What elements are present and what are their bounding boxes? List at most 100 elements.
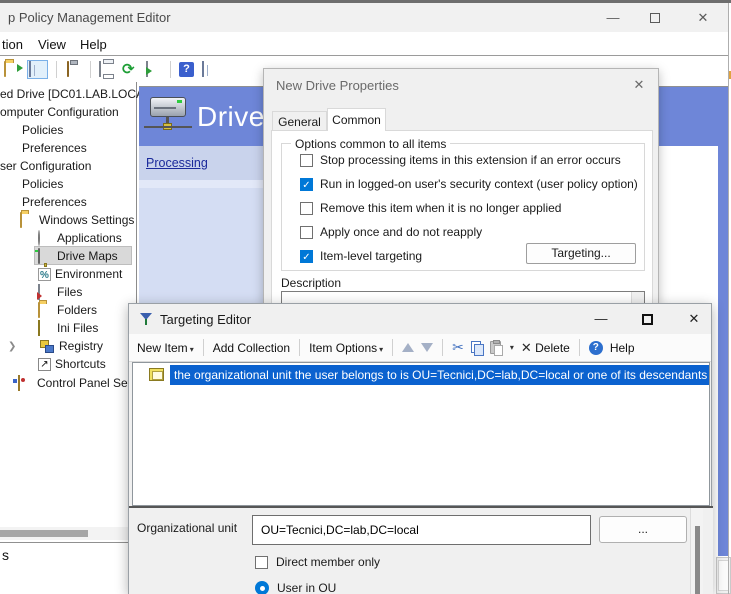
move-up-icon[interactable] xyxy=(402,343,414,352)
menu-view[interactable]: View xyxy=(38,37,66,52)
screen: p Policy Management Editor — ✕ tion View… xyxy=(0,0,731,594)
tree-item-mapped-drive[interactable]: ed Drive [DC01.LAB.LOCA xyxy=(0,85,144,103)
show-console-tree-icon[interactable] xyxy=(27,60,48,79)
add-collection-button[interactable]: Add Collection xyxy=(213,341,290,355)
dialog-close-icon[interactable]: ✕ xyxy=(628,75,650,95)
caret-down-icon: ▾ xyxy=(190,345,194,354)
tree-item-drive-maps[interactable]: Drive Maps xyxy=(38,247,118,265)
organizational-unit-item-icon xyxy=(149,368,164,381)
copy-icon[interactable] xyxy=(471,341,483,354)
item-options-button[interactable]: Item Options▾ xyxy=(309,341,383,355)
description-label: Description xyxy=(281,276,341,290)
tree-item-registry[interactable]: ❯Registry xyxy=(8,337,103,355)
tree-item-applications[interactable]: Applications xyxy=(38,229,122,247)
mmc-window-title: p Policy Management Editor xyxy=(8,10,171,25)
mmc-maximize-button[interactable] xyxy=(650,13,660,23)
paste-caret-icon[interactable]: ▾ xyxy=(510,343,514,352)
new-window-icon[interactable] xyxy=(202,62,219,78)
browse-button[interactable]: ... xyxy=(599,516,687,543)
toolbar-separator xyxy=(90,61,91,78)
radio-selected-icon[interactable] xyxy=(255,581,269,594)
menu-help[interactable]: Help xyxy=(80,37,107,52)
tab-common[interactable]: Common xyxy=(327,108,386,131)
option-item-level-targeting[interactable]: ✓ Item-level targeting xyxy=(300,249,422,263)
checkbox-unchecked[interactable] xyxy=(300,154,313,167)
targeting-items-list[interactable]: the organizational unit the user belongs… xyxy=(132,362,710,506)
checkbox-checked[interactable]: ✓ xyxy=(300,250,313,263)
refresh-icon[interactable]: ⟳ xyxy=(122,62,139,78)
processing-link[interactable]: Processing xyxy=(146,156,208,170)
targeting-item-selected[interactable]: the organizational unit the user belongs… xyxy=(170,365,709,385)
tree-scrollbar-thumb[interactable] xyxy=(0,530,88,537)
tree-item-shortcuts[interactable]: ↗Shortcuts xyxy=(38,355,106,373)
direct-member-only-option[interactable]: Direct member only xyxy=(255,555,380,569)
paste-icon[interactable] xyxy=(490,341,501,354)
organizational-unit-input[interactable] xyxy=(252,515,591,545)
help-icon[interactable]: ? xyxy=(179,62,194,77)
tab-general[interactable]: General xyxy=(272,111,327,131)
cut-icon[interactable]: ✂ xyxy=(452,339,464,356)
te-maximize-button[interactable] xyxy=(642,314,653,325)
filter-funnel-icon xyxy=(140,312,154,326)
print-icon[interactable] xyxy=(99,62,116,78)
tree-item-windows-settings[interactable]: Windows Settings xyxy=(20,211,134,229)
detail-panel-scrollbar[interactable] xyxy=(690,508,703,594)
targeting-item-row[interactable]: the organizational unit the user belongs… xyxy=(133,365,709,385)
caret-down-icon: ▾ xyxy=(379,345,383,354)
toolbar-separator xyxy=(392,339,393,356)
tree-item-preferences-user[interactable]: Preferences xyxy=(22,193,87,211)
chevron-right-icon[interactable]: ❯ xyxy=(8,341,16,352)
targeting-editor-titlebar: Targeting Editor — ✕ xyxy=(129,304,711,334)
menu-action[interactable]: tion xyxy=(2,37,23,52)
te-minimize-button[interactable]: — xyxy=(582,304,620,334)
tree-item-control-panel-settings[interactable]: Control Panel Sett xyxy=(18,374,134,392)
shortcuts-icon: ↗ xyxy=(38,358,51,371)
option-run-in-user-context[interactable]: ✓ Run in logged-on user's security conte… xyxy=(300,177,638,191)
new-item-button[interactable]: New Item▾ xyxy=(137,341,194,355)
user-in-ou-option[interactable]: User in OU xyxy=(255,581,336,594)
organizational-unit-label: Organizational unit xyxy=(137,521,237,535)
option-stop-processing[interactable]: Stop processing items in this extension … xyxy=(300,153,621,167)
background-stray-text: s xyxy=(2,547,9,563)
import-folder-icon[interactable] xyxy=(4,62,21,78)
targeting-editor-title: Targeting Editor xyxy=(160,312,251,327)
help-button[interactable]: Help xyxy=(610,341,635,355)
tree-item-files[interactable]: Files xyxy=(38,283,82,301)
tree-divider xyxy=(136,82,137,303)
control-panel-icon xyxy=(18,376,33,391)
drive-maps-icon xyxy=(38,249,53,264)
delete-x-icon: ✕ xyxy=(521,340,532,355)
ini-files-icon xyxy=(38,321,53,336)
tree-item-ini-files[interactable]: Ini Files xyxy=(38,319,98,337)
toolbar-separator xyxy=(170,61,171,78)
tree-item-computer-configuration[interactable]: omputer Configuration xyxy=(0,103,119,121)
clipboard-icon[interactable] xyxy=(65,62,82,78)
checkbox-unchecked[interactable] xyxy=(255,556,268,569)
tree-item-preferences[interactable]: Preferences xyxy=(22,139,87,157)
tree-item-user-configuration[interactable]: ser Configuration xyxy=(0,157,91,175)
tree-item-policies[interactable]: Policies xyxy=(22,121,63,139)
option-apply-once[interactable]: Apply once and do not reapply xyxy=(300,225,482,239)
applications-icon xyxy=(38,231,53,246)
environment-icon: % xyxy=(38,268,51,281)
pane-title: Drive xyxy=(197,101,265,133)
detail-scrollbar-thumb[interactable] xyxy=(695,526,700,594)
te-close-button[interactable]: ✕ xyxy=(675,304,713,334)
tree-item-policies-user[interactable]: Policies xyxy=(22,175,63,193)
checkbox-unchecked[interactable] xyxy=(300,226,313,239)
options-group-label: Options common to all items xyxy=(291,137,450,151)
files-icon xyxy=(38,285,53,300)
export-list-icon[interactable] xyxy=(145,62,162,78)
tree-item-folders[interactable]: Folders xyxy=(38,301,97,319)
option-remove-when-not-applied[interactable]: Remove this item when it is no longer ap… xyxy=(300,201,561,215)
checkbox-unchecked[interactable] xyxy=(300,202,313,215)
delete-button[interactable]: ✕ Delete xyxy=(521,340,570,356)
targeting-button[interactable]: Targeting... xyxy=(526,243,636,264)
checkbox-checked[interactable]: ✓ xyxy=(300,178,313,191)
mmc-minimize-button[interactable]: — xyxy=(596,3,630,32)
help-circle-icon[interactable]: ? xyxy=(589,341,603,355)
tree-item-environment[interactable]: %Environment xyxy=(38,265,122,283)
move-down-icon[interactable] xyxy=(421,343,433,352)
toolbar-separator xyxy=(203,339,204,356)
mmc-close-button[interactable]: ✕ xyxy=(686,3,720,32)
